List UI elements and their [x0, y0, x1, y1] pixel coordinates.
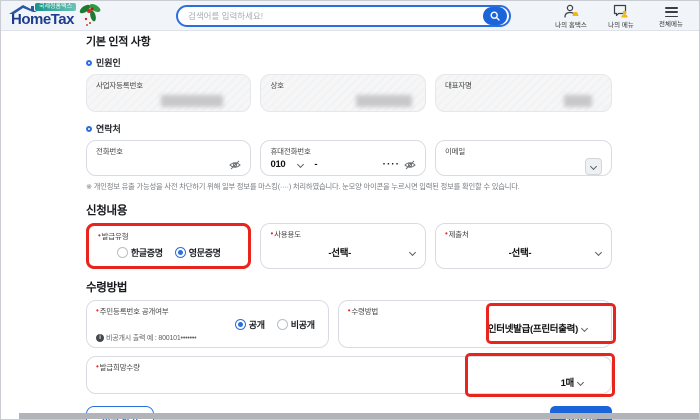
required-mark: • — [270, 229, 274, 238]
form-content: 기본 인적 사항 민원인 사업자등록번호 상호 대표자명 연락처 전화번호 휴대… — [86, 33, 616, 420]
mobile-masked-value: ···· — [382, 159, 400, 170]
menu-my-menu[interactable]: 나의 메뉴 — [603, 4, 639, 29]
field-email: 이메일 — [434, 140, 612, 176]
eye-slash-icon[interactable] — [229, 160, 242, 170]
info-icon: i — [96, 334, 104, 342]
applicant-section-title: 민원인 — [86, 56, 612, 69]
search-icon — [490, 11, 500, 21]
chevron-down-icon — [595, 249, 602, 256]
hometax-logo[interactable]: 국세청홈택스 HomeTax — [9, 2, 139, 29]
mobile-prefix-select[interactable]: 010 — [270, 159, 285, 170]
contact-fields: 전화번호 휴대전화번호 010 - ···· 이메일 — [86, 140, 612, 176]
header-menus: 나의 홈택스 나의 메뉴 전체메뉴 — [553, 4, 689, 29]
usage-select-value: -선택- — [328, 248, 351, 259]
menu-all[interactable]: 전체메뉴 — [653, 4, 689, 29]
required-mark: • — [96, 306, 99, 315]
field-usage[interactable]: •사용용도 -선택- — [260, 223, 426, 269]
menu-label: 나의 홈택스 — [555, 22, 587, 29]
field-representative-name: 대표자명 — [434, 74, 612, 112]
holly-icon — [79, 4, 101, 26]
receive-section-title: 수령방법 — [86, 282, 128, 294]
window-bottom-bar — [19, 413, 699, 419]
logo-badge: 국세청홈택스 — [35, 3, 77, 11]
field-ssn-disclose: •주민등록번호 공개여부 공개 비공개 i 비공개시 출력 예 : 800101… — [86, 300, 329, 348]
field-company-name: 상호 — [260, 74, 426, 112]
required-mark: • — [444, 229, 448, 238]
hamburger-icon — [664, 4, 678, 18]
application-section-title: 신청내용 — [86, 205, 128, 217]
logo-text: HomeTax — [11, 11, 74, 28]
menu-label: 전체메뉴 — [659, 21, 683, 29]
chevron-down-icon — [577, 379, 584, 386]
field-business-number: 사업자등록번호 — [86, 74, 252, 112]
contact-section-title: 연락처 — [86, 122, 612, 135]
radio-undisclose[interactable]: 비공개 — [276, 318, 315, 331]
chevron-down-icon — [590, 163, 597, 170]
masked-value — [563, 95, 592, 107]
radio-icon — [116, 247, 128, 258]
circle-bullet-icon — [86, 125, 92, 132]
menu-label: 나의 메뉴 — [608, 22, 634, 29]
chevron-down-icon[interactable] — [297, 161, 304, 168]
search-bar — [176, 5, 511, 27]
radio-icon — [234, 319, 246, 330]
chevron-down-icon — [409, 249, 416, 256]
eye-slash-icon[interactable] — [404, 160, 416, 170]
masked-value — [355, 95, 412, 107]
ssn-note: i 비공개시 출력 예 : 800101••••••• — [96, 333, 319, 343]
chevron-down-icon — [581, 325, 588, 332]
hometax-page: 국세청홈택스 HomeTax 검색어를 입력하세요! 나의 홈택스 나의 메뉴 … — [0, 0, 700, 420]
quantity-value: 1매 — [560, 378, 575, 389]
field-phone: 전화번호 — [86, 140, 252, 176]
field-submit-to[interactable]: •제출처 -선택- — [434, 223, 612, 269]
required-mark: • — [96, 362, 99, 371]
field-receive-method: •수령방법 인터넷발급(프린터출력) — [337, 300, 616, 348]
masked-value — [161, 95, 224, 107]
radio-icon — [174, 247, 186, 258]
applicant-fields: 사업자등록번호 상호 대표자명 — [86, 74, 612, 112]
receive-fields: •주민등록번호 공개여부 공개 비공개 i 비공개시 출력 예 : 800101… — [86, 300, 616, 348]
person-bell-icon — [564, 4, 579, 18]
receive-method-value: 인터넷발급(프린터출력) — [487, 324, 578, 335]
radio-korean-cert[interactable]: 한글증명 — [116, 246, 163, 259]
required-mark: • — [98, 231, 101, 240]
field-quantity: •발급희망수량 1매 — [86, 353, 615, 397]
radio-english-cert[interactable]: 영문증명 — [174, 246, 221, 259]
field-mobile: 휴대전화번호 010 - ···· — [260, 140, 426, 176]
mobile-separator: - — [314, 159, 318, 170]
quantity-select[interactable]: 1매 — [96, 375, 602, 389]
circle-bullet-icon — [86, 59, 92, 66]
radio-icon — [276, 319, 288, 330]
memo-person-icon — [613, 4, 628, 18]
email-domain-select[interactable] — [584, 158, 602, 175]
required-mark: • — [347, 306, 351, 315]
search-input[interactable] — [188, 11, 479, 21]
application-fields: •발급유형 한글증명 영문증명 •사용용도 -선택- •제출처 -선택- — [86, 223, 612, 269]
privacy-note: ※ 개인정보 유출 가능성을 사전 차단하기 위해 일부 정보를 마스킹(···… — [86, 182, 520, 191]
field-issue-type: •발급유형 한글증명 영문증명 — [86, 223, 252, 269]
menu-my-hometax[interactable]: 나의 홈택스 — [553, 4, 589, 29]
receive-method-select[interactable]: 인터넷발급(프린터출력) — [348, 321, 602, 335]
search-button[interactable] — [483, 7, 507, 25]
submit-to-select-value: -선택- — [508, 248, 532, 259]
page-title: 기본 인적 사항 — [86, 36, 151, 48]
radio-disclose[interactable]: 공개 — [234, 318, 265, 331]
header: 국세청홈택스 HomeTax 검색어를 입력하세요! 나의 홈택스 나의 메뉴 … — [1, 1, 699, 31]
